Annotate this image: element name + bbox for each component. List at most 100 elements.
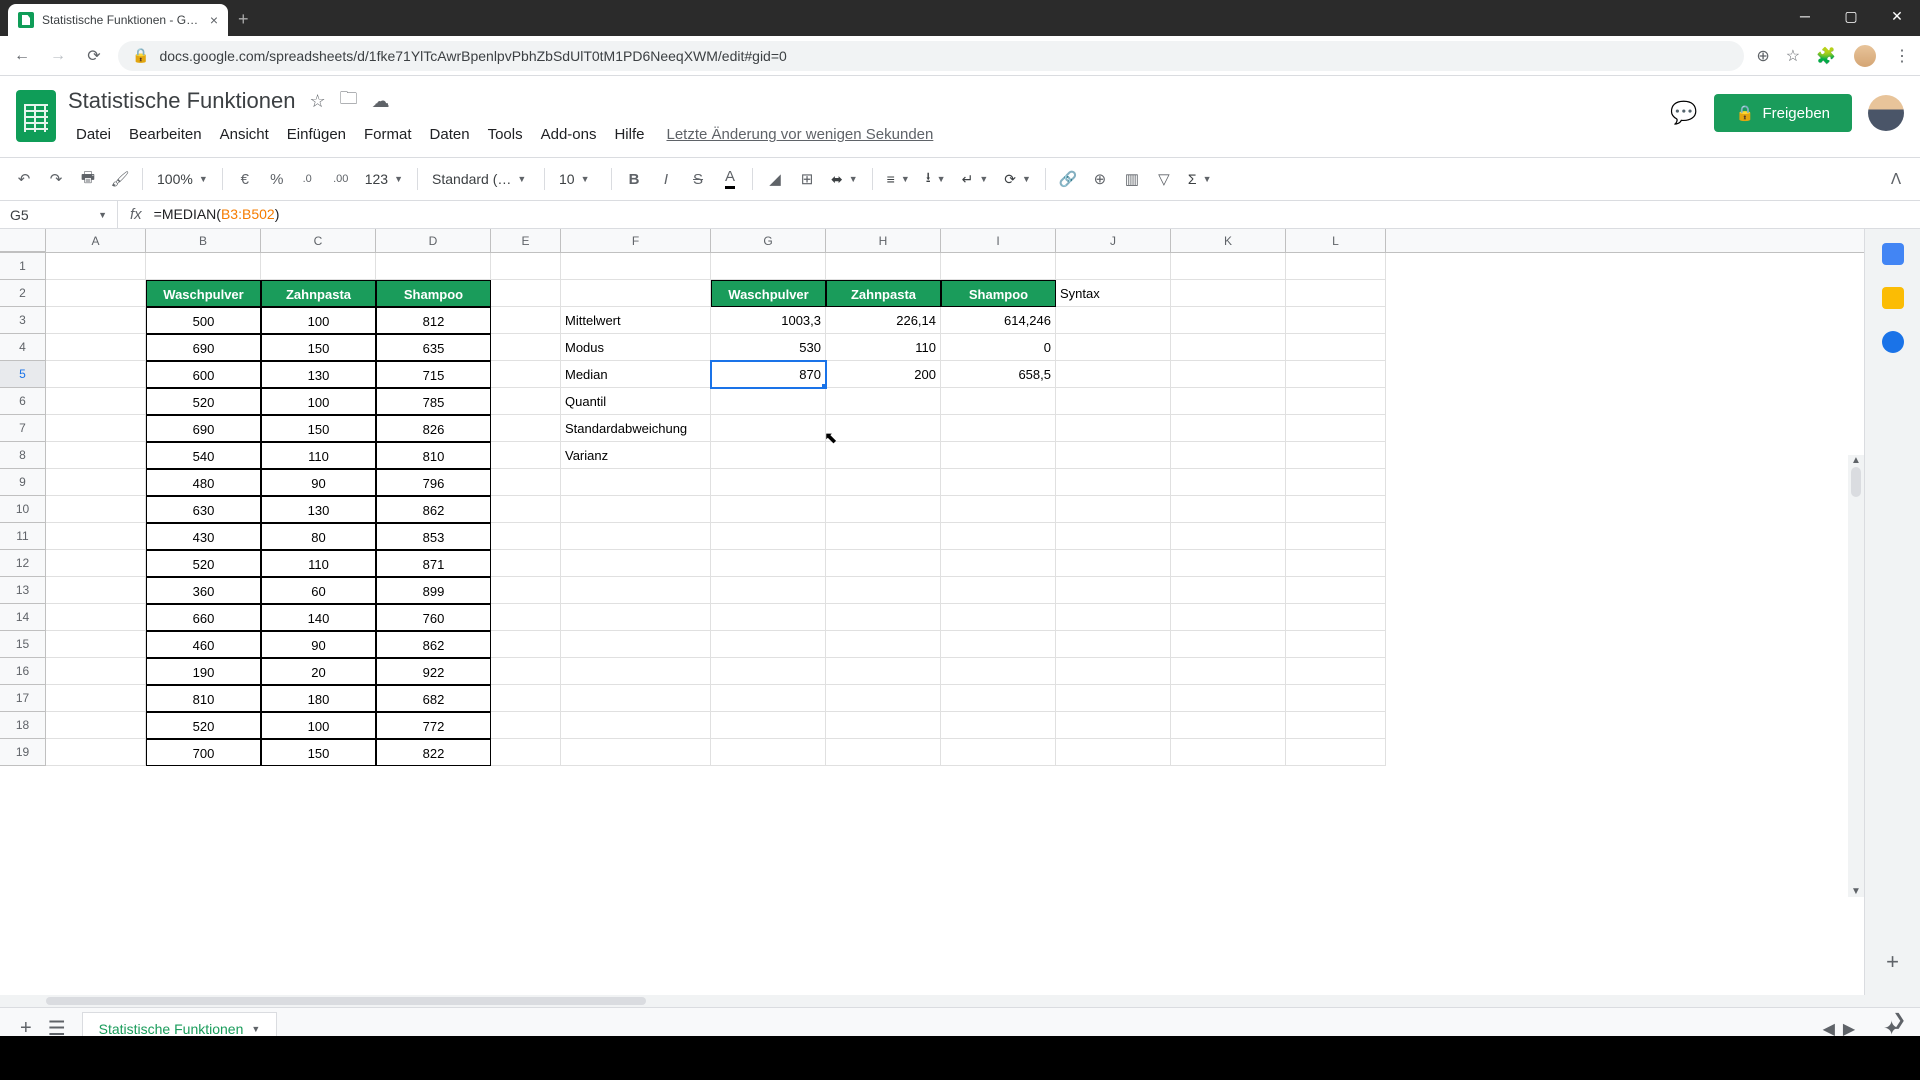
- cell-I13[interactable]: [941, 577, 1056, 604]
- cell-L16[interactable]: [1286, 658, 1386, 685]
- cell-I12[interactable]: [941, 550, 1056, 577]
- cell-H5[interactable]: 200: [826, 361, 941, 388]
- cell-D3[interactable]: 812: [376, 307, 491, 334]
- col-header-I[interactable]: I: [941, 229, 1056, 252]
- close-window-button[interactable]: ✕: [1874, 0, 1920, 32]
- cell-H7[interactable]: [826, 415, 941, 442]
- cell-E16[interactable]: [491, 658, 561, 685]
- cell-D18[interactable]: 772: [376, 712, 491, 739]
- cell-E11[interactable]: [491, 523, 561, 550]
- cell-F1[interactable]: [561, 253, 711, 280]
- cell-J18[interactable]: [1056, 712, 1171, 739]
- cell-G5[interactable]: 870: [711, 361, 826, 388]
- text-rotation-button[interactable]: ⟳▼: [998, 171, 1037, 188]
- cell-C10[interactable]: 130: [261, 496, 376, 523]
- row-header-13[interactable]: 13: [0, 577, 46, 604]
- cell-J7[interactable]: [1056, 415, 1171, 442]
- minimize-button[interactable]: ─: [1782, 0, 1828, 32]
- star-icon[interactable]: ☆: [1786, 46, 1800, 66]
- merge-cells-button[interactable]: ⬌▼: [825, 171, 864, 188]
- cell-D15[interactable]: 862: [376, 631, 491, 658]
- formula-input[interactable]: =MEDIAN(B3:B502): [154, 206, 1920, 223]
- cell-F2[interactable]: [561, 280, 711, 307]
- cell-I1[interactable]: [941, 253, 1056, 280]
- cell-B7[interactable]: 690: [146, 415, 261, 442]
- cell-L18[interactable]: [1286, 712, 1386, 739]
- cell-E8[interactable]: [491, 442, 561, 469]
- undo-button[interactable]: ↶: [10, 165, 38, 193]
- cell-K13[interactable]: [1171, 577, 1286, 604]
- cell-L2[interactable]: [1286, 280, 1386, 307]
- cell-J9[interactable]: [1056, 469, 1171, 496]
- cell-D6[interactable]: 785: [376, 388, 491, 415]
- cell-D14[interactable]: 760: [376, 604, 491, 631]
- cell-L8[interactable]: [1286, 442, 1386, 469]
- menu-bearbeiten[interactable]: Bearbeiten: [121, 122, 210, 147]
- cell-D7[interactable]: 826: [376, 415, 491, 442]
- cell-B6[interactable]: 520: [146, 388, 261, 415]
- menu-hilfe[interactable]: Hilfe: [606, 122, 652, 147]
- collapse-toolbar-button[interactable]: ᐱ: [1882, 165, 1910, 193]
- browser-menu-icon[interactable]: ⋮: [1894, 46, 1910, 66]
- cell-C17[interactable]: 180: [261, 685, 376, 712]
- cell-F18[interactable]: [561, 712, 711, 739]
- show-side-panel-button[interactable]: ❯: [1893, 1010, 1906, 1030]
- cell-F16[interactable]: [561, 658, 711, 685]
- cell-B8[interactable]: 540: [146, 442, 261, 469]
- calendar-icon[interactable]: [1882, 243, 1904, 265]
- cell-A17[interactable]: [46, 685, 146, 712]
- cell-D4[interactable]: 635: [376, 334, 491, 361]
- spreadsheet-grid[interactable]: ABCDEFGHIJKL12WaschpulverZahnpastaShampo…: [0, 229, 1864, 995]
- cell-B9[interactable]: 480: [146, 469, 261, 496]
- cell-I4[interactable]: 0: [941, 334, 1056, 361]
- cell-F5[interactable]: Median: [561, 361, 711, 388]
- cell-G2[interactable]: Waschpulver: [711, 280, 826, 307]
- col-header-H[interactable]: H: [826, 229, 941, 252]
- cell-I15[interactable]: [941, 631, 1056, 658]
- cell-J6[interactable]: [1056, 388, 1171, 415]
- move-document-icon[interactable]: 🗀: [340, 86, 358, 116]
- cell-A7[interactable]: [46, 415, 146, 442]
- name-box[interactable]: G5 ▼: [0, 201, 118, 228]
- bold-button[interactable]: B: [620, 165, 648, 193]
- col-header-D[interactable]: D: [376, 229, 491, 252]
- cell-E6[interactable]: [491, 388, 561, 415]
- cell-L4[interactable]: [1286, 334, 1386, 361]
- cell-K14[interactable]: [1171, 604, 1286, 631]
- forward-button[interactable]: →: [46, 47, 70, 65]
- strikethrough-button[interactable]: S: [684, 165, 712, 193]
- cell-A4[interactable]: [46, 334, 146, 361]
- col-header-E[interactable]: E: [491, 229, 561, 252]
- percent-button[interactable]: %: [263, 165, 291, 193]
- row-header-10[interactable]: 10: [0, 496, 46, 523]
- cell-K8[interactable]: [1171, 442, 1286, 469]
- cell-H10[interactable]: [826, 496, 941, 523]
- cell-K3[interactable]: [1171, 307, 1286, 334]
- cell-D2[interactable]: Shampoo: [376, 280, 491, 307]
- cell-B5[interactable]: 600: [146, 361, 261, 388]
- comments-icon[interactable]: 💬: [1670, 100, 1697, 126]
- zoom-icon[interactable]: ⊕: [1756, 46, 1769, 66]
- cell-G6[interactable]: [711, 388, 826, 415]
- tasks-icon[interactable]: [1882, 331, 1904, 353]
- cell-F14[interactable]: [561, 604, 711, 631]
- vertical-align-button[interactable]: ⭳▼: [920, 167, 952, 191]
- menu-ansicht[interactable]: Ansicht: [212, 122, 277, 147]
- cell-E3[interactable]: [491, 307, 561, 334]
- cell-I6[interactable]: [941, 388, 1056, 415]
- cell-F6[interactable]: Quantil: [561, 388, 711, 415]
- account-avatar[interactable]: [1868, 95, 1904, 131]
- font-select[interactable]: Standard (…▼: [426, 171, 536, 187]
- row-header-17[interactable]: 17: [0, 685, 46, 712]
- cell-A19[interactable]: [46, 739, 146, 766]
- menu-einfuegen[interactable]: Einfügen: [279, 122, 354, 147]
- cell-J13[interactable]: [1056, 577, 1171, 604]
- cell-L12[interactable]: [1286, 550, 1386, 577]
- maximize-button[interactable]: ▢: [1828, 0, 1874, 32]
- row-header-4[interactable]: 4: [0, 334, 46, 361]
- cell-D12[interactable]: 871: [376, 550, 491, 577]
- cell-K15[interactable]: [1171, 631, 1286, 658]
- cell-K2[interactable]: [1171, 280, 1286, 307]
- cell-C7[interactable]: 150: [261, 415, 376, 442]
- cell-D16[interactable]: 922: [376, 658, 491, 685]
